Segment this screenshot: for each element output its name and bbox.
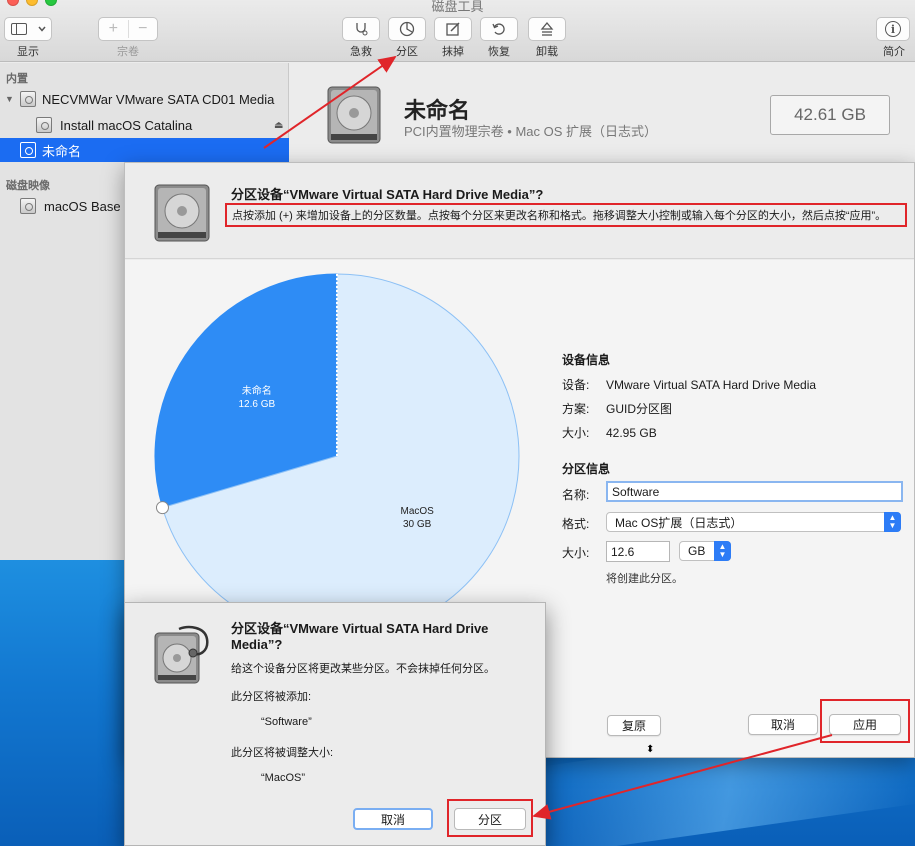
scheme-value: GUID分区图 [606,402,673,416]
format-value: Mac OS扩展（日志式） [615,515,743,530]
disk-utility-icon [154,625,209,684]
sidebar-section-images: 磁盘映像 [6,180,50,192]
format-popup[interactable]: Mac OS扩展（日志式） ▲ ▼ [606,512,901,532]
disclosure-triangle-icon[interactable]: ▼ [5,94,14,104]
volume-button-group: + − [98,17,158,41]
add-volume-button[interactable]: + [99,20,129,38]
partition-button[interactable] [388,17,426,41]
erase-button[interactable] [434,17,472,41]
pie-slice-name: MacOS [401,506,435,517]
info-icon: i [885,21,901,37]
partition-info-heading: 分区信息 [562,462,611,476]
partition-name-field[interactable]: Software [606,481,903,502]
sidebar-item-label: NECVMWar VMware SATA CD01 Media [42,91,275,107]
sheet-title: 分区设备“VMware Virtual SATA Hard Drive Medi… [231,187,544,202]
resize-handle[interactable] [155,501,169,515]
sheet-cancel-button[interactable]: 取消 [748,714,818,735]
volume-description: PCI内置物理宗卷 • Mac OS 扩展（日志式） [404,124,658,139]
unmount-label: 卸载 [536,46,558,58]
volume-header: 未命名 PCI内置物理宗卷 • Mac OS 扩展（日志式） 42.61 GB [290,63,915,161]
dialog-cancel-button[interactable]: 取消 [353,808,433,830]
resized-heading: 此分区将被调整大小: [231,747,334,759]
sheet-header: 分区设备“VMware Virtual SATA Hard Drive Medi… [125,163,914,259]
partition-highlight-box [447,799,533,837]
sheet-description-text: 点按添加 (+) 来增加设备上的分区数量。点按每个分区来更改名称和格式。拖移调整… [232,210,887,222]
sidebar-icon [10,23,27,35]
sidebar-section-internal: 内置 [6,73,28,85]
popup-arrows-icon: ▲ ▼ [714,541,731,561]
scheme-row: 方案: GUID分区图 [562,400,672,417]
device-key: 设备: [562,378,590,392]
size-key: 大小: [562,546,590,560]
name-key: 名称: [562,488,590,502]
sidebar-item-untitled[interactable]: 未命名 [0,138,289,162]
sidebar-item-install-macos[interactable]: Install macOS Catalina ⏏ [0,113,289,137]
disk-icon [20,142,36,158]
restore-button[interactable] [480,17,518,41]
disk-image-icon [20,198,36,214]
device-size-row: 大小: 42.95 GB [562,424,657,441]
disk-icon [20,91,36,107]
scheme-key: 方案: [562,402,590,416]
restore-icon [492,23,505,35]
volume-label: 宗卷 [117,46,139,58]
hard-drive-icon [154,184,210,242]
pie-slice-size: 12.6 GB [238,399,275,410]
info-label: 简介 [883,46,905,58]
dialog-message: 给这个设备分区将更改某些分区。不会抹掉任何分区。 [231,663,495,675]
device-size-key: 大小: [562,426,590,440]
sidebar-item-cd-media[interactable]: ▼ NECVMWar VMware SATA CD01 Media [0,87,289,111]
partition-note: 将创建此分区。 [606,573,683,585]
unmount-button[interactable] [528,17,566,41]
dialog-title: 分区设备“VMware Virtual SATA Hard Drive Medi… [231,621,489,652]
view-button[interactable] [4,17,52,41]
device-info-heading: 设备信息 [562,353,611,367]
revert-button[interactable]: 复原 [607,715,661,736]
apply-highlight-box [820,699,910,743]
resized-item: “MacOS” [261,772,305,784]
info-button[interactable]: i [876,17,910,41]
format-key: 格式: [562,517,590,531]
device-row: 设备: VMware Virtual SATA Hard Drive Media [562,376,816,393]
sidebar-item-label: Install macOS Catalina [60,117,193,133]
remove-volume-button[interactable]: − [129,20,158,38]
popup-arrows-icon: ▲ ▼ [884,512,901,532]
volume-size-badge: 42.61 GB [770,95,890,135]
sheet-description: 点按添加 (+) 来增加设备上的分区数量。点按每个分区来更改名称和格式。拖移调整… [225,203,907,227]
partition-size-field[interactable]: 12.6 [606,541,670,562]
mouse-cursor-icon: ⬍ [646,744,655,755]
erase-icon [446,22,460,36]
device-value: VMware Virtual SATA Hard Drive Media [606,378,817,392]
window-title: 磁盘工具 [431,0,484,14]
confirm-partition-dialog: 分区设备“VMware Virtual SATA Hard Drive Medi… [124,602,546,846]
size-unit-value: GB [688,544,706,558]
pie-chart-icon [399,21,415,37]
pie-slice-name: 未命名 [242,384,272,397]
disk-icon [36,117,52,133]
toolbar: 磁盘工具 显示 + − 宗卷 急救 分区 抹掉 恢复 卸载 i 简介 [0,0,915,62]
eject-icon[interactable]: ⏏ [274,120,283,131]
view-label: 显示 [17,46,39,58]
device-size-value: 42.95 GB [606,426,657,440]
added-heading: 此分区将被添加: [231,691,312,703]
pie-slice-size: 30 GB [403,519,432,530]
chevron-down-icon [37,26,46,32]
sidebar-item-label: macOS Base [44,198,121,214]
size-unit-popup[interactable]: GB ▲ ▼ [679,541,731,561]
eject-icon [540,21,554,36]
added-item: “Software” [261,716,312,728]
stethoscope-icon [356,23,368,36]
hard-drive-icon [327,86,381,144]
sidebar-item-label: 未命名 [42,143,82,159]
first-aid-button[interactable] [342,17,380,41]
